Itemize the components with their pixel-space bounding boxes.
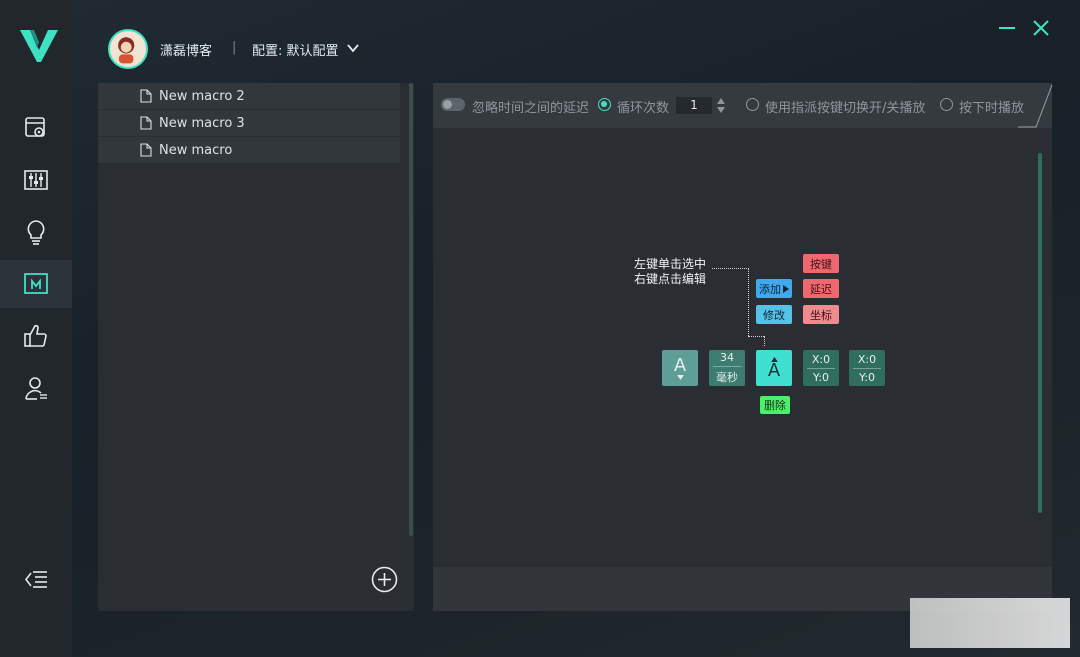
- macro-list-item-label: New macro 3: [159, 115, 245, 131]
- lightbulb-icon: [27, 220, 45, 245]
- thumbs-up-icon: [24, 324, 47, 347]
- tile-divider: [713, 366, 741, 367]
- selected-key-label: A: [767, 359, 781, 381]
- press-play-label: 按下时播放: [959, 101, 1025, 116]
- brand-logo-icon: [20, 30, 58, 62]
- sidebar-collapse-button[interactable]: [0, 556, 72, 604]
- loop-count-input[interactable]: 1: [676, 97, 712, 114]
- tile-divider: [807, 367, 835, 369]
- loop-label: 循环次数: [617, 101, 670, 116]
- tile-divider: [853, 367, 881, 369]
- sidebar-item-lighting[interactable]: [0, 208, 72, 256]
- coordinate-action-tile[interactable]: X:0 Y:0: [803, 350, 839, 386]
- caret-right-icon: [783, 284, 789, 293]
- hint-connector: [748, 336, 764, 337]
- coordinate-action-tile[interactable]: X:0 Y:0: [849, 350, 885, 386]
- add-button-label: 添加: [759, 282, 781, 296]
- header-separator: |: [232, 40, 237, 55]
- hint-connector: [764, 336, 765, 346]
- macro-list-item[interactable]: New macro: [98, 137, 400, 163]
- sidebar-item-equalizer[interactable]: [0, 156, 72, 204]
- modify-button[interactable]: 修改: [756, 305, 792, 324]
- hint-right-click: 右键点击编辑: [634, 272, 707, 286]
- coord-y: Y:0: [813, 370, 829, 384]
- sidebar-item-mouse-settings[interactable]: [0, 104, 72, 152]
- delay-button[interactable]: 延迟: [803, 279, 839, 298]
- editor-scrollbar[interactable]: [1038, 153, 1042, 513]
- user-icon: [25, 377, 47, 400]
- avatar-icon: [118, 37, 135, 64]
- macro-editor-panel: [433, 83, 1052, 611]
- coordinate-button[interactable]: 坐标: [803, 305, 839, 324]
- document-icon: [140, 143, 152, 157]
- toggle-key-radio[interactable]: [746, 98, 759, 111]
- sidebar-item-macro[interactable]: [0, 260, 72, 308]
- selected-key-action-tile[interactable]: A: [756, 350, 792, 386]
- sidebar: [0, 0, 72, 657]
- document-icon: [140, 89, 152, 103]
- document-icon: [140, 116, 152, 130]
- ignore-delay-label: 忽略时间之间的延迟: [472, 101, 590, 116]
- watermark: [910, 598, 1070, 648]
- macro-list-item[interactable]: New macro 2: [98, 83, 400, 109]
- user-name[interactable]: 潇磊博客: [160, 40, 212, 59]
- key-action-label: A: [673, 354, 687, 376]
- key-action-tile[interactable]: A: [662, 350, 698, 386]
- equalizer-icon: [24, 170, 48, 190]
- coord-y: Y:0: [859, 370, 875, 384]
- delay-value: 34: [720, 351, 734, 364]
- avatar[interactable]: [108, 29, 148, 69]
- close-icon[interactable]: [1032, 19, 1050, 37]
- coord-x: X:0: [811, 352, 831, 366]
- delay-unit: 毫秒: [716, 371, 738, 384]
- collapse-menu-icon: [24, 571, 47, 588]
- minimize-icon[interactable]: [998, 21, 1016, 35]
- loop-radio[interactable]: [598, 98, 611, 111]
- ignore-delay-toggle[interactable]: [441, 98, 465, 111]
- coord-x: X:0: [857, 352, 877, 366]
- loop-count-stepper-icon[interactable]: [716, 97, 726, 114]
- key-button[interactable]: 按键: [803, 254, 839, 273]
- macro-list-item[interactable]: New macro 3: [98, 110, 400, 136]
- toolbar-corner-decoration: [1018, 84, 1053, 128]
- mouse-settings-icon: [25, 117, 45, 137]
- chevron-down-icon[interactable]: [346, 41, 360, 55]
- add-macro-button[interactable]: [371, 566, 398, 593]
- delay-action-tile[interactable]: 34 毫秒: [709, 350, 745, 386]
- sidebar-item-feedback[interactable]: [0, 312, 72, 360]
- toggle-key-label: 使用指派按键切换开/关播放: [765, 101, 926, 116]
- macro-list-panel: New macro 2 New macro 3 New macro: [98, 83, 414, 611]
- macro-list-item-label: New macro 2: [159, 88, 245, 104]
- add-button[interactable]: 添加: [756, 279, 792, 298]
- press-play-radio[interactable]: [940, 98, 953, 111]
- config-selector[interactable]: 配置: 默认配置: [252, 40, 339, 59]
- macro-list-item-label: New macro: [159, 142, 233, 158]
- delete-button[interactable]: 删除: [760, 396, 790, 414]
- macro-list-scrollbar[interactable]: [409, 83, 413, 536]
- macro-icon: [24, 273, 48, 294]
- sidebar-item-account[interactable]: [0, 364, 72, 412]
- hint-connector: [748, 268, 749, 336]
- hint-connector: [712, 268, 749, 269]
- key-down-arrow-icon: [676, 374, 684, 380]
